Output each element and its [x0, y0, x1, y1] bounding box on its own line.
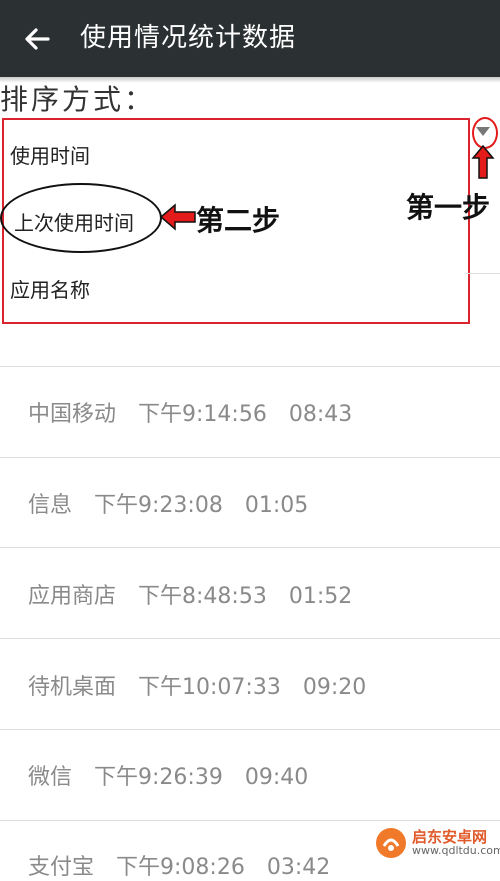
list-item[interactable]: 待机桌面 下午10:07:33 09:20: [14, 644, 388, 701]
list-item[interactable]: 信息 下午9:23:08 01:05: [14, 462, 330, 519]
app-bar: 使用情况统计数据: [0, 0, 500, 77]
list-item[interactable]: 中国移动 下午9:14:56 08:43: [14, 371, 374, 428]
divider: [0, 729, 500, 730]
annotation-ellipse: [0, 183, 162, 253]
divider: [0, 547, 500, 548]
annotation-up-arrow-icon: [471, 144, 495, 179]
last-used: 下午9:08:26: [116, 855, 245, 880]
app-name: 待机桌面: [28, 675, 117, 700]
duration: 01:52: [288, 584, 353, 609]
divider: [466, 273, 500, 274]
duration: 03:42: [266, 855, 331, 880]
list-item[interactable]: 支付宝 下午9:08:26 03:42: [14, 824, 352, 881]
duration: 09:20: [302, 675, 367, 700]
sort-option-usage-time[interactable]: 使用时间: [10, 140, 90, 169]
duration: 09:40: [244, 765, 309, 790]
app-name: 支付宝: [28, 855, 95, 880]
sort-label: 排序方式：: [0, 83, 156, 116]
divider: [0, 366, 500, 367]
back-arrow-icon[interactable]: [20, 22, 54, 56]
annotation-step-two: 第二步: [196, 204, 281, 237]
watermark-logo-icon: [376, 828, 406, 858]
list-item[interactable]: 微信 下午9:26:39 09:40: [14, 734, 330, 791]
last-used: 下午9:23:08: [94, 493, 223, 518]
watermark: 启东安卓网 www.qdltdu.com: [372, 824, 500, 863]
watermark-url: www.qdltdu.com: [412, 844, 500, 857]
divider: [0, 820, 500, 821]
app-name: 中国移动: [28, 402, 117, 427]
divider: [0, 457, 500, 458]
duration: 08:43: [288, 402, 353, 427]
last-used: 下午9:14:56: [138, 402, 267, 427]
list-item[interactable]: 应用商店 下午8:48:53 01:52: [14, 553, 374, 610]
last-used: 下午10:07:33: [138, 675, 281, 700]
app-name: 微信: [28, 765, 73, 790]
divider: [0, 638, 500, 639]
app-name: 信息: [28, 493, 73, 518]
last-used: 下午8:48:53: [138, 584, 267, 609]
sort-option-app-name[interactable]: 应用名称: [10, 274, 90, 303]
last-used: 下午9:26:39: [94, 765, 223, 790]
annotation-step-one: 第一步: [406, 191, 491, 224]
app-name: 应用商店: [28, 584, 117, 609]
duration: 01:05: [244, 493, 309, 518]
annotation-left-arrow-icon: [159, 203, 196, 231]
page-title: 使用情况统计数据: [80, 23, 297, 53]
